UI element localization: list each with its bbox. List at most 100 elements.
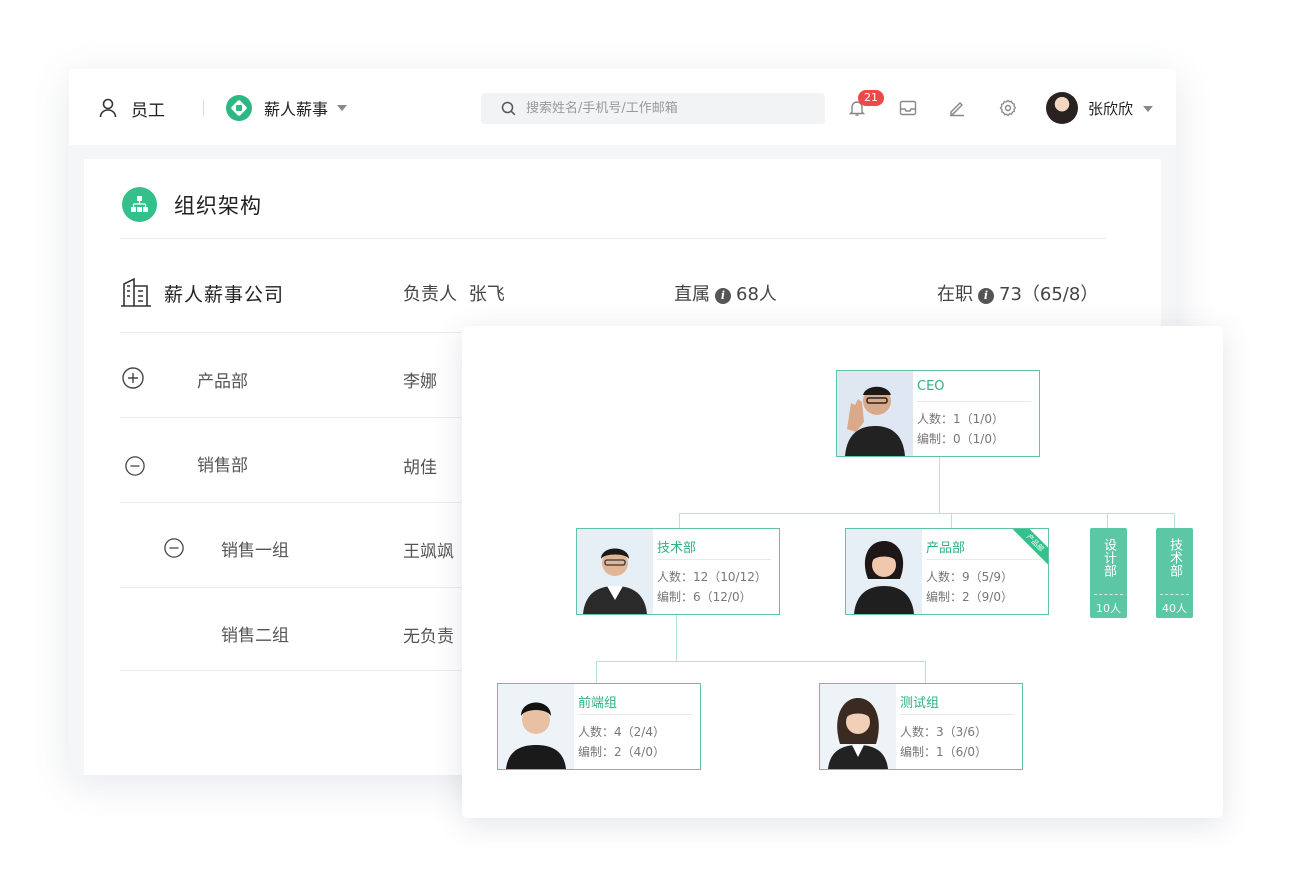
- active-count: 在职 i 73（65/8）: [937, 280, 1098, 306]
- connector-line: [676, 614, 677, 661]
- leader-name: 张飞: [468, 284, 505, 305]
- connector-line: [925, 661, 926, 684]
- nav-divider: [203, 100, 204, 116]
- info-icon[interactable]: i: [978, 288, 994, 304]
- dept-leader: 胡佳: [403, 458, 437, 478]
- pencil-icon: [950, 102, 964, 117]
- person-photo-icon: [837, 371, 913, 456]
- node-quota: 编制：6（12/0）: [657, 590, 752, 604]
- node-title: 产品部: [926, 541, 966, 556]
- org-node-ceo[interactable]: CEO 人数：1（1/0） 编制：0（1/0）: [836, 370, 1040, 457]
- node-divider: [917, 401, 1031, 402]
- company-logo-icon: [226, 95, 252, 121]
- user-menu[interactable]: 张欣欣: [1088, 98, 1154, 119]
- leader-label: 负责人: [403, 284, 457, 305]
- user-name: 张欣欣: [1088, 100, 1134, 118]
- node-quota: 编制：2（4/0）: [578, 745, 665, 759]
- node-headcount: 人数：9（5/9）: [926, 570, 1013, 584]
- info-icon[interactable]: i: [715, 288, 731, 304]
- org-node-frontend[interactable]: 前端组 人数：4（2/4） 编制：2（4/0）: [497, 683, 701, 770]
- org-node-tech[interactable]: 技术部 人数：12（10/12） 编制：6（12/0）: [576, 528, 780, 615]
- notification-badge: 21: [858, 90, 884, 106]
- expand-plus-icon[interactable]: [122, 367, 144, 389]
- company-leader: 负责人 张飞: [403, 280, 505, 306]
- dept-name[interactable]: 销售二组: [221, 621, 289, 646]
- building-icon: [121, 277, 151, 307]
- connector-line: [1107, 513, 1108, 529]
- gear-icon: [999, 99, 1017, 117]
- collapse-minus-icon[interactable]: [125, 456, 145, 476]
- active-value: 73（65/8）: [999, 284, 1099, 305]
- vertical-dept-count: 10人: [1096, 602, 1121, 615]
- dept-leader: 李娜: [403, 372, 437, 392]
- org-chart-icon: [122, 187, 157, 222]
- connector-line: [679, 513, 1175, 514]
- person-photo-icon: [846, 529, 922, 614]
- search-icon: [501, 101, 516, 116]
- person-photo-icon: [498, 684, 574, 769]
- search-box[interactable]: [481, 93, 825, 124]
- vertical-divider: [1160, 594, 1189, 595]
- product-photo: [846, 529, 922, 614]
- connector-line: [596, 661, 926, 662]
- node-quota: 编制：0（1/0）: [917, 432, 1004, 446]
- user-caret-icon: [1143, 105, 1154, 112]
- connector-line: [939, 457, 940, 513]
- org-tree-glyph: [131, 196, 148, 212]
- node-divider: [926, 559, 1040, 560]
- frontend-photo: [498, 684, 574, 769]
- ceo-photo: [837, 371, 913, 456]
- dept-name[interactable]: 销售部: [197, 451, 248, 476]
- vertical-dept-count: 40人: [1162, 602, 1187, 615]
- caret-down-icon: [337, 105, 348, 111]
- page-title: 组织架构: [122, 187, 262, 222]
- connector-line: [1174, 513, 1175, 529]
- dept-name[interactable]: 产品部: [197, 367, 248, 392]
- vertical-divider: [1094, 594, 1123, 595]
- collapse-minus-icon[interactable]: [164, 538, 184, 558]
- node-title: 测试组: [900, 696, 940, 711]
- settings-button[interactable]: [997, 97, 1019, 119]
- direct-label: 直属: [674, 284, 710, 305]
- top-navigation-bar: 员工 薪人薪事 21 张欣欣: [69, 69, 1176, 145]
- node-headcount: 人数：4（2/4）: [578, 725, 665, 739]
- inbox-icon: [899, 100, 917, 116]
- connector-line: [951, 513, 952, 529]
- node-title: CEO: [917, 379, 945, 394]
- inbox-button[interactable]: [897, 97, 919, 119]
- company-row-name: 薪人薪事公司: [164, 284, 285, 306]
- company-selector[interactable]: 薪人薪事: [226, 95, 348, 121]
- node-divider: [900, 714, 1014, 715]
- connector-line: [596, 661, 597, 684]
- node-quota: 编制：1（6/0）: [900, 745, 987, 759]
- org-node-product[interactable]: 产品部 人数：9（5/9） 编制：2（9/0） 产品部: [845, 528, 1049, 615]
- org-node-design-collapsed[interactable]: 设计部 10人: [1090, 528, 1127, 618]
- nav-employee[interactable]: 员工: [99, 97, 165, 121]
- connector-line: [679, 513, 680, 529]
- search-input[interactable]: [526, 101, 806, 116]
- node-title: 前端组: [578, 696, 618, 711]
- user-avatar[interactable]: [1046, 92, 1078, 124]
- active-label: 在职: [937, 284, 973, 305]
- company-name: 薪人薪事: [264, 100, 329, 119]
- dept-leader: 王飒飒: [403, 542, 454, 562]
- node-divider: [657, 559, 771, 560]
- org-node-tech-collapsed[interactable]: 技术部 40人: [1156, 528, 1193, 618]
- dept-name[interactable]: 销售一组: [221, 536, 289, 561]
- direct-value: 68人: [736, 284, 777, 305]
- page-title-text: 组织架构: [174, 193, 262, 218]
- user-icon: [99, 98, 117, 118]
- tech-photo: [577, 529, 653, 614]
- node-quota: 编制：2（9/0）: [926, 590, 1013, 604]
- edit-button[interactable]: [946, 97, 968, 119]
- person-photo-icon: [577, 529, 653, 614]
- org-node-qa[interactable]: 测试组 人数：3（3/6） 编制：1（6/0）: [819, 683, 1023, 770]
- qa-photo: [820, 684, 896, 769]
- node-headcount: 人数：3（3/6）: [900, 725, 987, 739]
- vertical-dept-name: 设计部: [1101, 538, 1116, 577]
- org-chart-card: CEO 人数：1（1/0） 编制：0（1/0） 技术部 人数：12（10/12）…: [462, 326, 1223, 818]
- title-divider: [120, 238, 1107, 239]
- node-divider: [578, 714, 692, 715]
- node-title: 技术部: [657, 541, 697, 556]
- person-photo-icon: [820, 684, 896, 769]
